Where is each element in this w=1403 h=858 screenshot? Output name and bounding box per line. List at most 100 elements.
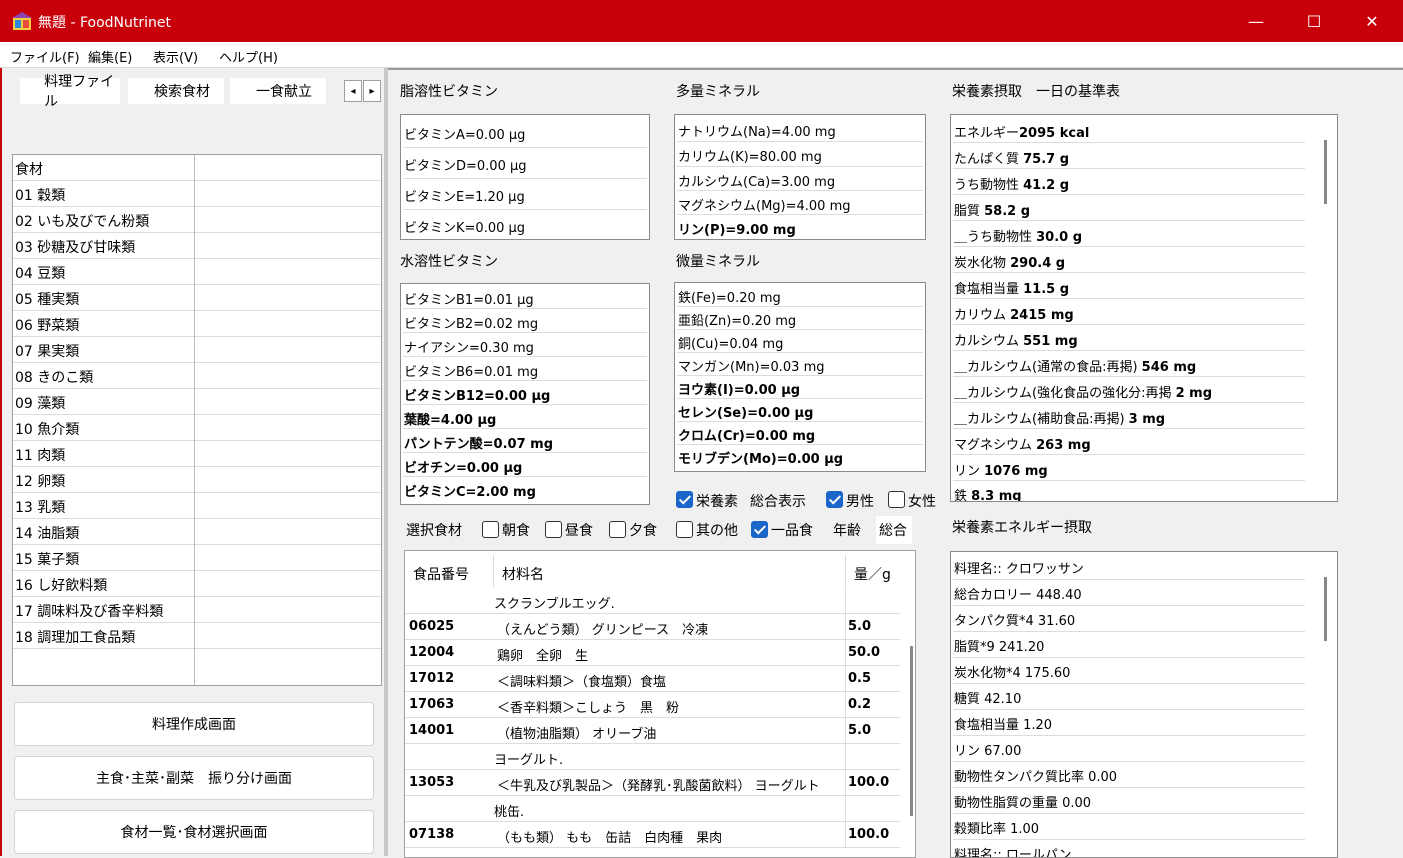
item-name: ＿カルシウム(強化食品の強化分:再掲 xyxy=(954,386,1176,401)
list-item: パントテン酸=0.07 mg xyxy=(403,429,647,453)
food-list-button[interactable]: 食材一覧･食材選択画面 xyxy=(14,810,374,854)
meal-sorting-button[interactable]: 主食･主菜･副菜 振り分け画面 xyxy=(14,756,374,800)
list-item: 動物性タンパク質比率 0.00 xyxy=(953,762,1305,788)
item-value: 263 mg xyxy=(1036,438,1091,453)
single-dish-label: 一品食 xyxy=(771,523,813,539)
total-display-label[interactable]: 総合表示 xyxy=(750,491,806,511)
daily-standard-label: 栄養素摂取 一日の基準表 xyxy=(952,84,1120,100)
table-row[interactable]: 13 乳類 xyxy=(13,493,381,519)
item-value: 3 mg xyxy=(1128,412,1166,427)
table-row[interactable]: 04 豆類 xyxy=(13,259,381,285)
item-value: 8.3 mg xyxy=(971,489,1022,502)
list-item: うち動物性 41.2 g xyxy=(953,169,1305,195)
table-row[interactable]: 17012 ＜調味料類＞（食塩類）食塩 0.5 xyxy=(405,666,900,692)
app-icon xyxy=(12,12,32,30)
table-row[interactable]: 18 調理加工食品類 xyxy=(13,623,381,649)
daily-standard-scrollbar[interactable] xyxy=(1324,140,1327,204)
item-name: ＿カルシウム(通常の食品:再掲) xyxy=(954,360,1142,375)
female-checkbox[interactable] xyxy=(888,491,905,508)
grid-cell: 07 果実類 xyxy=(13,337,195,363)
table-row[interactable]: 05 種実類 xyxy=(13,285,381,311)
minimize-button[interactable]: — xyxy=(1227,0,1285,42)
tab-recipe-file[interactable]: 料理ファイル xyxy=(20,74,120,110)
table-row[interactable]: 17 調味料及び香辛料類 xyxy=(13,597,381,623)
single-dish-checkbox[interactable] xyxy=(751,521,768,538)
cell-code xyxy=(409,796,493,822)
table-row[interactable]: 桃缶. xyxy=(405,796,900,822)
cell-amount xyxy=(845,796,900,822)
table-row[interactable]: 11 肉類 xyxy=(13,441,381,467)
table-row[interactable]: 14001 （植物油脂類） オリーブ油 5.0 xyxy=(405,718,900,744)
table-row[interactable]: 07138 （もも類） もも 缶詰 白肉種 果肉 100.0 xyxy=(405,822,900,848)
cell-code: 13053 xyxy=(409,775,455,790)
other-checkbox[interactable] xyxy=(676,521,693,538)
table-row[interactable]: 01 穀類 xyxy=(13,181,381,207)
close-button[interactable]: ✕ xyxy=(1343,0,1401,42)
grid-cell: 17 調味料及び香辛料類 xyxy=(13,597,195,623)
tab-scroll-right-button[interactable]: ▸ xyxy=(363,80,381,102)
header-code: 食品番号 xyxy=(413,567,469,583)
list-item: 脂質 58.2 g xyxy=(953,195,1305,221)
food-table-scrollbar[interactable] xyxy=(910,646,913,816)
item-name: ＿うち動物性 xyxy=(954,230,1037,245)
list-item: 鉄 8.3 mg xyxy=(953,481,1305,502)
item-value: 2095 kcal xyxy=(1019,126,1090,141)
recipe-creation-button[interactable]: 料理作成画面 xyxy=(14,702,374,746)
dinner-checkbox[interactable] xyxy=(609,521,626,538)
cell-name: （えんどう類） グリンピース 冷凍 xyxy=(497,623,709,638)
food-category-grid[interactable]: 食材 01 穀類 02 いも及びでん粉類 03 砂糖及び甘味類 04 豆類 05… xyxy=(12,154,382,686)
tab-icon xyxy=(230,81,250,101)
table-row[interactable]: 15 菓子類 xyxy=(13,545,381,571)
tab-scroll-left-button[interactable]: ◂ xyxy=(344,80,362,102)
tab-search-food[interactable]: 検索食材 xyxy=(128,78,224,104)
breakfast-checkbox[interactable] xyxy=(482,521,499,538)
tab-label: 検索食材 xyxy=(154,84,210,100)
list-item: 炭水化物*4 175.60 xyxy=(953,658,1305,684)
grid-header-cell: 食材 xyxy=(13,155,195,181)
list-item: たんぱく質 75.7 g xyxy=(953,143,1305,169)
table-row[interactable]: 16 し好飲料類 xyxy=(13,571,381,597)
breakfast-label: 朝食 xyxy=(502,523,530,539)
window-title: 無題 - FoodNutrinet xyxy=(38,15,171,31)
table-row[interactable]: 12004 鶏卵 全卵 生 50.0 xyxy=(405,640,900,666)
lunch-checkbox[interactable] xyxy=(545,521,562,538)
table-row[interactable]: 03 砂糖及び甘味類 xyxy=(13,233,381,259)
list-item: ヨウ素(I)=0.00 µg xyxy=(677,376,923,399)
menu-edit[interactable]: 編集(E) xyxy=(88,47,132,66)
list-item: クロム(Cr)=0.00 mg xyxy=(677,422,923,445)
cell-name: （もも類） もも 缶詰 白肉種 果肉 xyxy=(497,831,723,846)
item-value: 546 mg xyxy=(1141,360,1197,375)
table-row[interactable]: 08 きのこ類 xyxy=(13,363,381,389)
macro-minerals-list: ナトリウム(Na)=4.00 mg カリウム(K)=80.00 mg カルシウム… xyxy=(674,114,926,240)
grid-cell: 18 調理加工食品類 xyxy=(13,623,195,649)
nutrient-checkbox[interactable] xyxy=(676,491,693,508)
table-row[interactable]: 13053 ＜牛乳及び乳製品＞（発酵乳･乳酸菌飲料） ヨーグルト 100.0 xyxy=(405,770,900,796)
age-value[interactable]: 総合 xyxy=(876,516,912,544)
table-row[interactable]: 06025 （えんどう類） グリンピース 冷凍 5.0 xyxy=(405,614,900,640)
maximize-button[interactable]: ☐ xyxy=(1285,0,1343,42)
table-row[interactable]: 17063 ＜香辛料類＞こしょう 黒 粉 0.2 xyxy=(405,692,900,718)
table-row[interactable]: 07 果実類 xyxy=(13,337,381,363)
male-checkbox[interactable] xyxy=(826,491,843,508)
table-row[interactable]: ヨーグルト. xyxy=(405,744,900,770)
list-item: カリウム(K)=80.00 mg xyxy=(677,142,923,167)
item-value: 551 mg xyxy=(1023,334,1078,349)
menu-file[interactable]: ファイル(F) xyxy=(10,47,80,66)
table-row[interactable]: 06 野菜類 xyxy=(13,311,381,337)
energy-intake-scrollbar[interactable] xyxy=(1324,577,1327,641)
menu-help[interactable]: ヘルプ(H) xyxy=(219,47,278,66)
menu-view[interactable]: 表示(V) xyxy=(153,47,198,66)
grid-cell xyxy=(13,649,195,685)
table-row[interactable]: スクランブルエッグ. xyxy=(405,588,900,614)
table-row[interactable]: 09 藻類 xyxy=(13,389,381,415)
table-row[interactable]: 10 魚介類 xyxy=(13,415,381,441)
tab-one-meal[interactable]: 一食献立 xyxy=(230,78,326,104)
cell-amount xyxy=(845,588,900,614)
list-item: 亜鉛(Zn)=0.20 mg xyxy=(677,307,923,330)
table-row[interactable]: 14 油脂類 xyxy=(13,519,381,545)
food-table[interactable]: 食品番号 材料名 量／g スクランブルエッグ. 06025 （えんどう類） グリ… xyxy=(404,550,916,858)
table-row[interactable]: 12 卵類 xyxy=(13,467,381,493)
list-item: エネルギー2095 kcal xyxy=(953,117,1305,143)
table-row[interactable]: 02 いも及びでん粉類 xyxy=(13,207,381,233)
list-item: 料理名:: ロールパン xyxy=(954,848,1072,858)
